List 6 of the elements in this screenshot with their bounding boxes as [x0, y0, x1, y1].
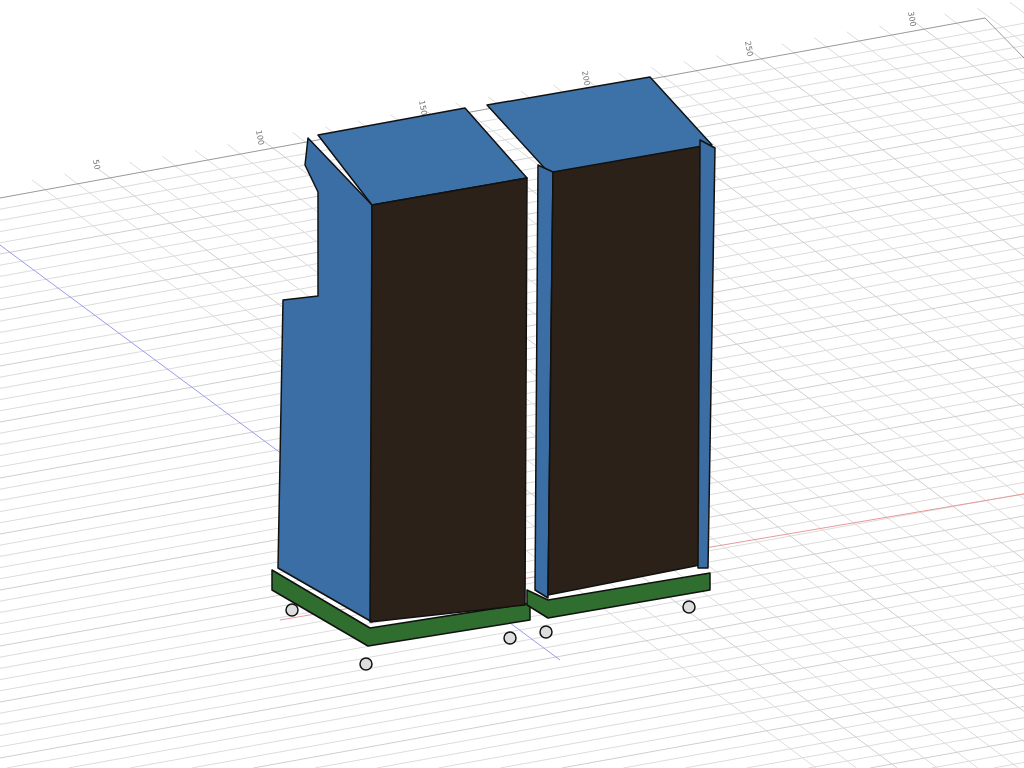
- ruler-label: 100: [254, 129, 266, 146]
- ruler-label: 150: [417, 99, 429, 117]
- ruler-label: 300: [906, 10, 918, 28]
- ruler-label: 200: [580, 70, 592, 87]
- ruler-label: 50: [91, 158, 102, 171]
- ruler-label: 250: [743, 40, 755, 57]
